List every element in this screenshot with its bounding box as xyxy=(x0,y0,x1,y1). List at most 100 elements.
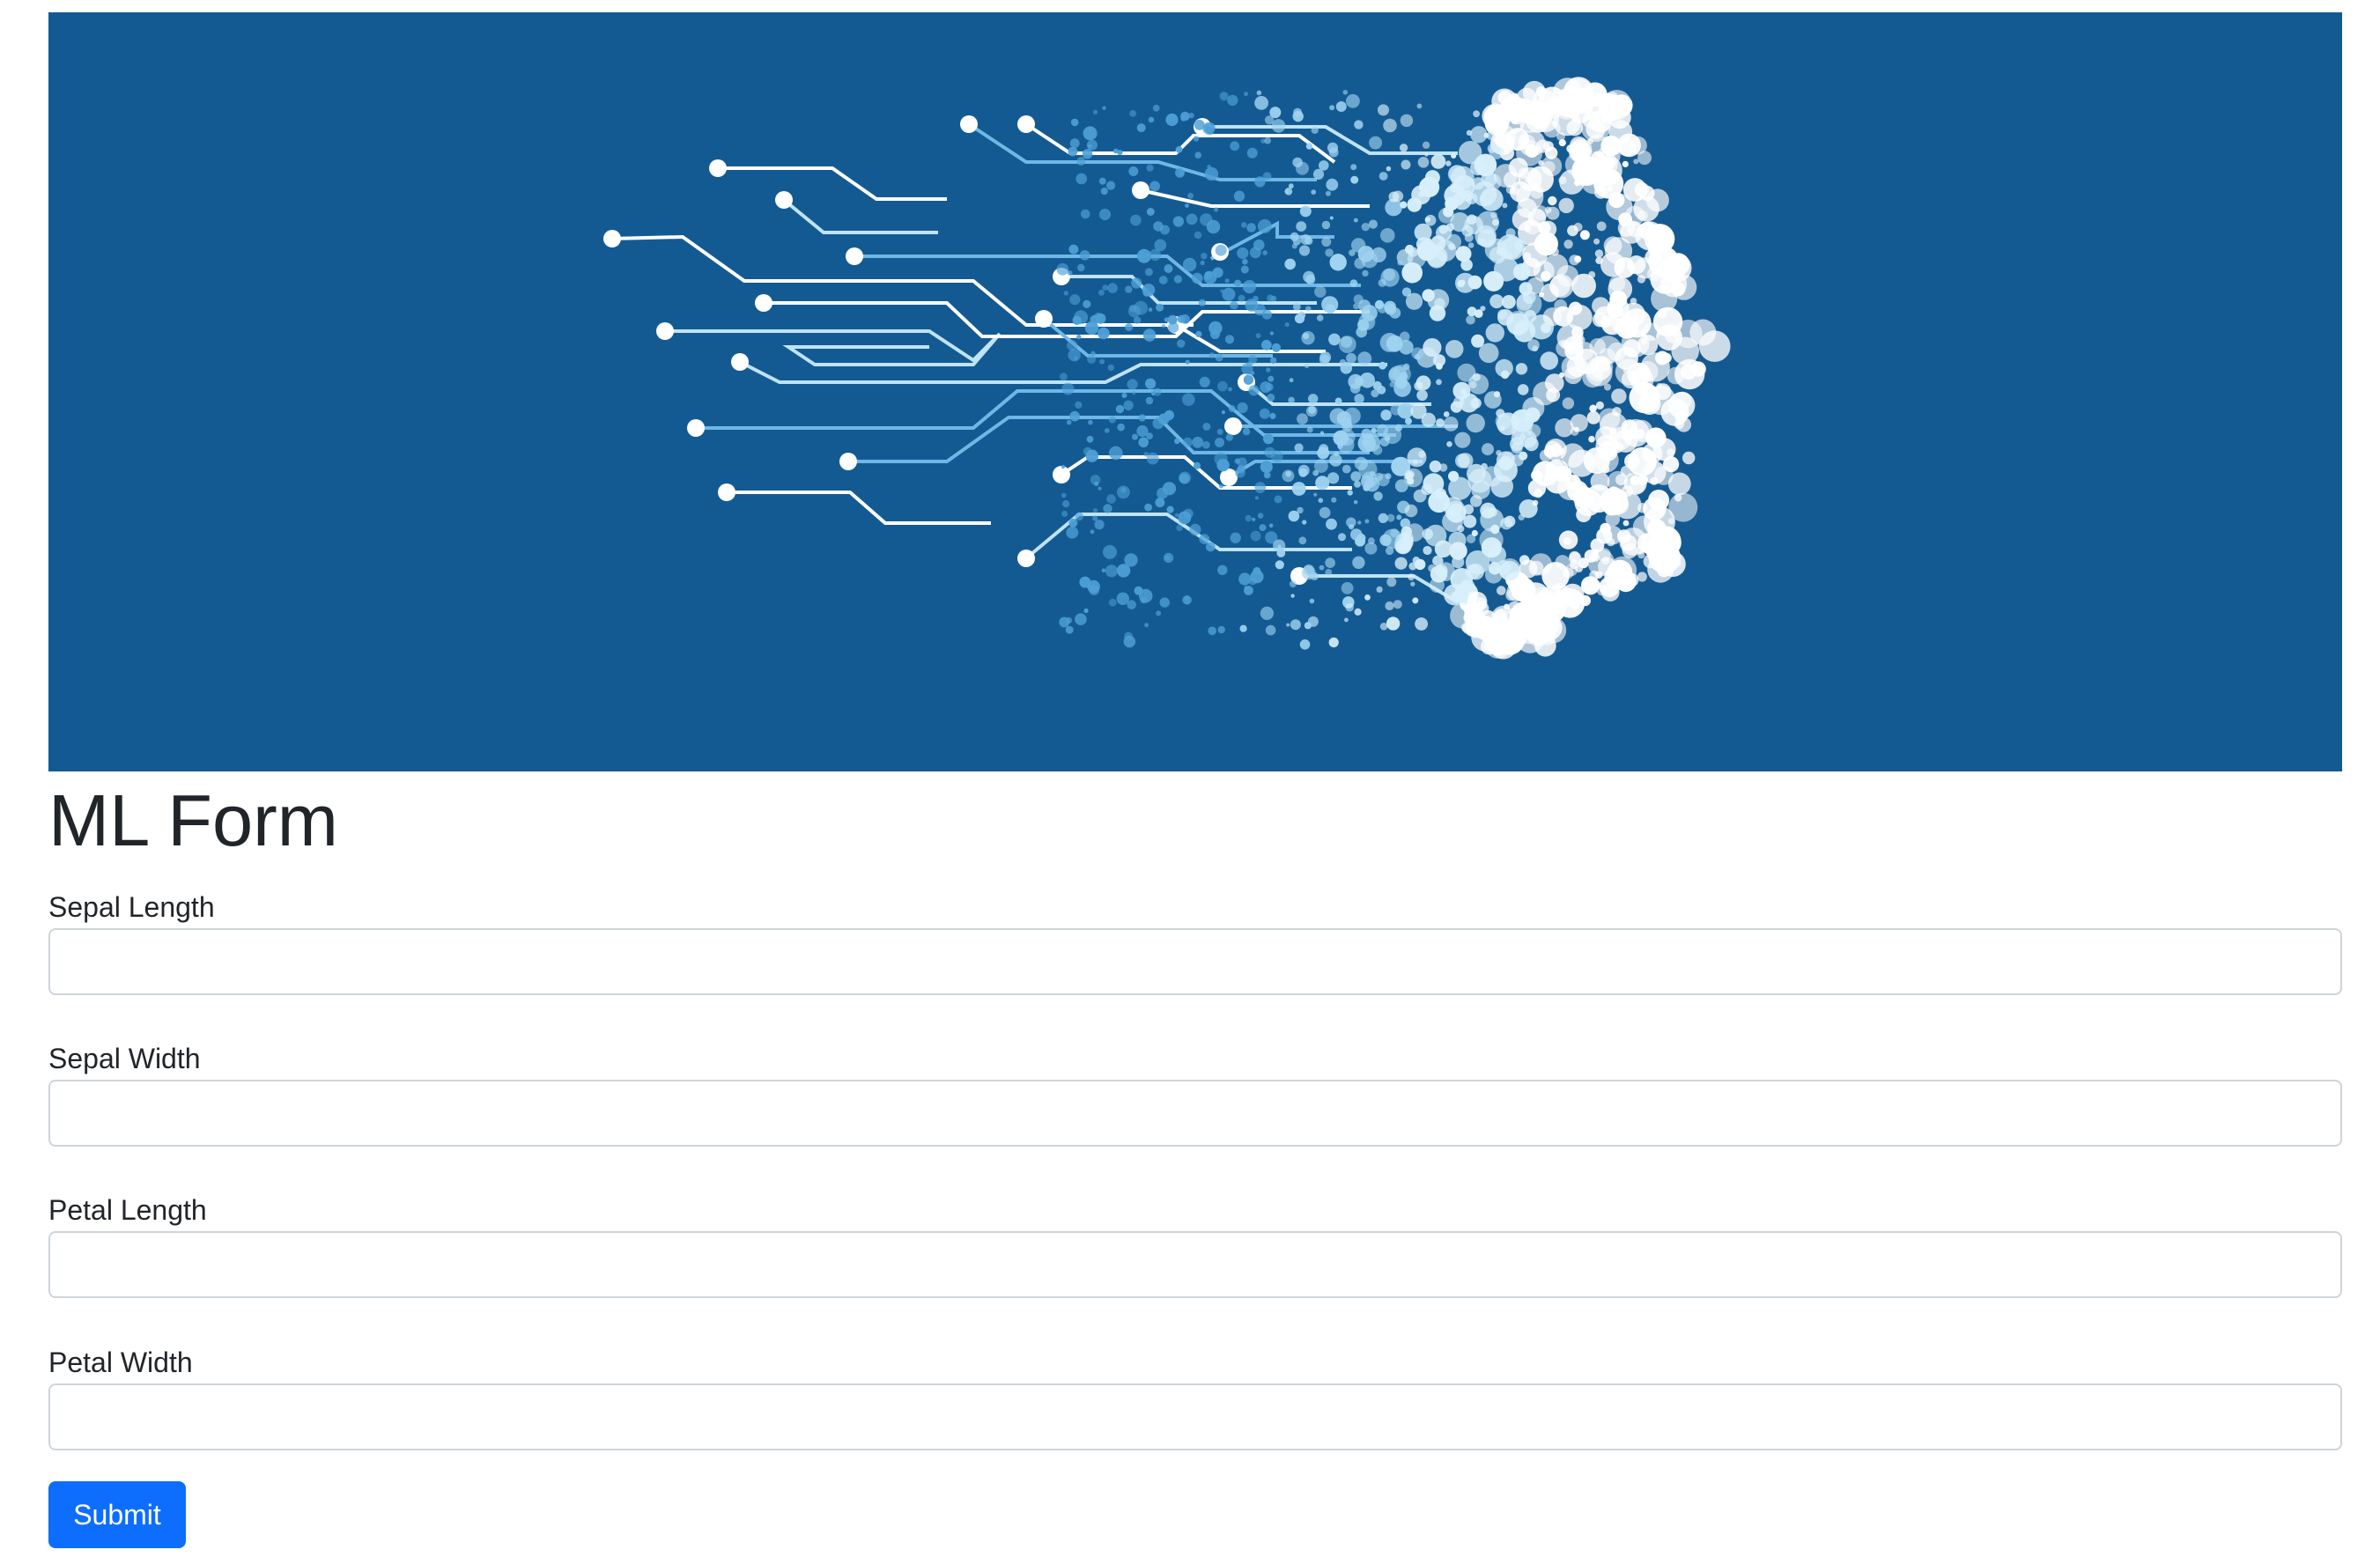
head-particle xyxy=(1094,481,1099,486)
head-particle xyxy=(1350,164,1357,171)
head-particle xyxy=(1650,432,1660,444)
head-particle xyxy=(1629,136,1647,155)
head-particle xyxy=(1390,403,1402,416)
head-particle xyxy=(1087,579,1100,594)
head-particle xyxy=(1634,182,1650,197)
head-particle xyxy=(1224,278,1230,284)
head-particle xyxy=(1560,443,1585,468)
head-particle xyxy=(1090,351,1096,356)
head-particle xyxy=(1103,504,1112,513)
head-particle xyxy=(1165,113,1179,127)
head-particle xyxy=(1204,166,1219,181)
head-particle xyxy=(1301,331,1315,345)
head-particle xyxy=(1579,594,1591,607)
circuit-node xyxy=(755,294,772,312)
head-particle xyxy=(1571,273,1596,299)
head-particle xyxy=(1508,620,1519,630)
head-particle xyxy=(1489,247,1506,264)
head-particle xyxy=(1574,179,1581,187)
head-particle xyxy=(1579,230,1590,240)
head-particle xyxy=(1359,373,1375,388)
head-particle xyxy=(1186,213,1198,225)
head-particle xyxy=(1562,397,1575,410)
head-particle xyxy=(1479,196,1487,203)
head-particle xyxy=(1245,514,1253,522)
head-particle xyxy=(1422,528,1433,540)
head-particle xyxy=(1466,413,1485,433)
head-particle xyxy=(1328,637,1339,648)
head-particle xyxy=(1571,601,1579,610)
head-particle xyxy=(1145,378,1157,389)
head-particle xyxy=(1068,518,1078,528)
head-particle xyxy=(1513,320,1536,343)
head-particle xyxy=(1109,446,1123,461)
head-particle xyxy=(1237,465,1245,474)
head-particle xyxy=(1407,447,1427,468)
head-particle xyxy=(1483,270,1504,291)
head-particle xyxy=(1256,90,1262,96)
head-particle xyxy=(1098,289,1105,296)
submit-button[interactable]: Submit xyxy=(48,1481,186,1548)
sepal-width-input[interactable] xyxy=(48,1080,2342,1147)
head-particle xyxy=(1519,451,1528,461)
head-particle xyxy=(1313,492,1318,497)
head-particle xyxy=(1061,492,1067,498)
head-particle xyxy=(1415,375,1431,391)
head-particle xyxy=(1230,300,1238,310)
head-particle xyxy=(1581,168,1607,195)
head-particle xyxy=(1397,260,1403,266)
head-particle xyxy=(1622,160,1629,167)
head-particle xyxy=(1399,331,1410,343)
head-particle xyxy=(1108,598,1117,607)
head-particle xyxy=(1607,470,1629,492)
head-particle xyxy=(1087,355,1097,364)
head-particle xyxy=(1528,560,1544,576)
head-particle xyxy=(1380,228,1395,243)
head-particle xyxy=(1520,628,1537,645)
head-particle xyxy=(1399,144,1408,152)
head-particle xyxy=(1496,409,1505,418)
head-particle xyxy=(1533,381,1557,406)
sepal-length-label: Sepal Length xyxy=(48,891,215,923)
head-particle xyxy=(1497,586,1506,595)
head-particle xyxy=(1069,294,1081,306)
head-particle xyxy=(1294,314,1305,324)
head-particle xyxy=(1203,270,1217,284)
head-particle xyxy=(1423,545,1432,556)
head-particle xyxy=(1068,349,1081,362)
head-particle xyxy=(1436,379,1442,386)
head-particle xyxy=(1452,191,1472,210)
head-particle xyxy=(1245,299,1259,312)
circuit-node xyxy=(1132,181,1149,199)
head-particle xyxy=(1328,147,1339,158)
head-particle xyxy=(1600,252,1625,277)
head-particle xyxy=(1524,225,1532,233)
head-particle xyxy=(1588,435,1595,443)
petal-width-label: Petal Width xyxy=(48,1347,193,1378)
sepal-length-input[interactable] xyxy=(48,928,2342,995)
head-particle xyxy=(1541,562,1570,590)
head-particle xyxy=(1371,427,1377,434)
petal-width-input[interactable] xyxy=(48,1384,2342,1450)
head-particle xyxy=(1289,580,1297,588)
head-particle xyxy=(1130,214,1142,226)
head-particle xyxy=(1353,499,1358,505)
head-particle xyxy=(1406,470,1415,479)
head-particle xyxy=(1268,523,1274,528)
head-particle xyxy=(1544,206,1552,214)
head-particle xyxy=(1457,525,1465,533)
head-particle xyxy=(1314,459,1328,473)
head-particle xyxy=(1629,477,1645,494)
head-particle xyxy=(1536,139,1550,153)
head-particle xyxy=(1145,396,1154,405)
head-particle xyxy=(1451,152,1457,159)
head-particle xyxy=(1081,209,1090,219)
head-particle xyxy=(1465,624,1478,637)
head-particle xyxy=(1153,221,1164,232)
head-particle xyxy=(1319,160,1329,171)
page-container: ML Form Sepal Length Sepal Width Petal L… xyxy=(48,12,2342,1548)
petal-length-input[interactable] xyxy=(48,1231,2342,1298)
head-particle xyxy=(1650,476,1659,485)
head-particle xyxy=(1608,192,1625,209)
head-particle xyxy=(1061,511,1068,517)
